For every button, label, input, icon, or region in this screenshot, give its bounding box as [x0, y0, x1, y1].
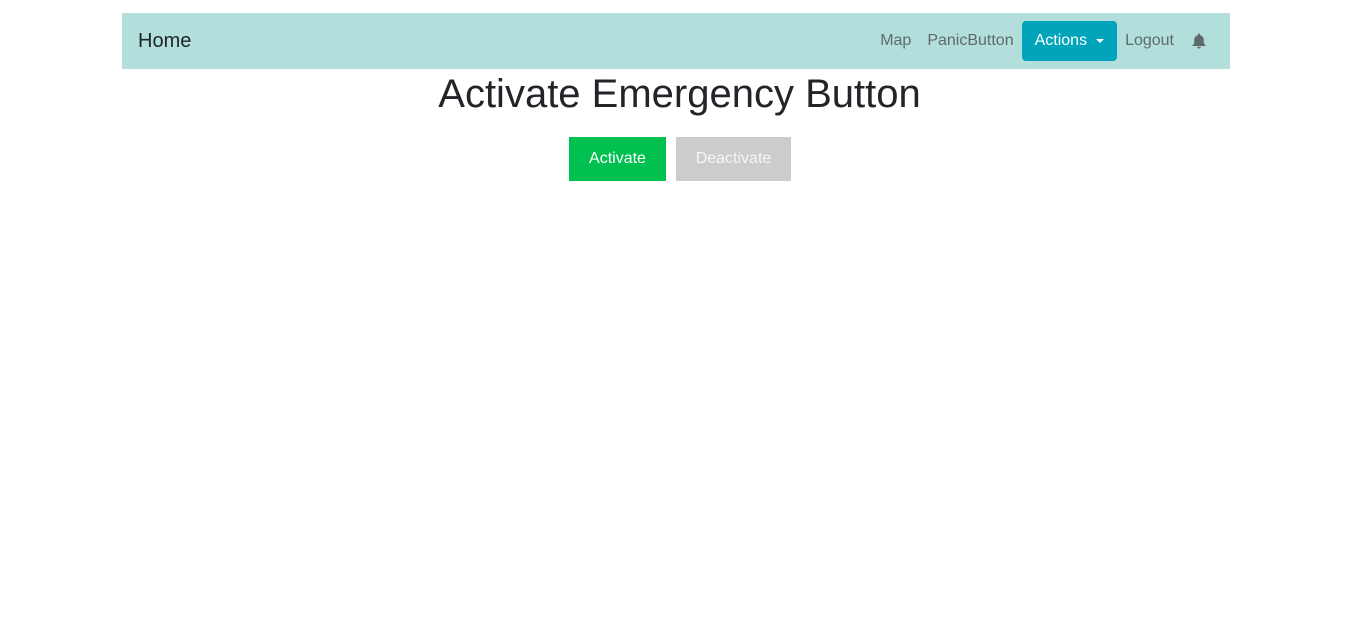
bell-icon[interactable]: [1184, 33, 1214, 49]
actions-dropdown-button[interactable]: Actions: [1021, 21, 1118, 61]
deactivate-button[interactable]: Deactivate: [676, 137, 791, 181]
activate-button[interactable]: Activate: [569, 137, 666, 181]
panic-button-link[interactable]: PanicButton: [919, 29, 1021, 53]
bell-icon-svg: [1192, 33, 1206, 49]
top-navbar: Home Map PanicButton Actions Logout: [122, 13, 1230, 69]
actions-dropdown-label: Actions: [1034, 32, 1088, 49]
page-title: Activate Emergency Button: [438, 72, 921, 116]
logout-link[interactable]: Logout: [1117, 29, 1182, 53]
caret-down-icon: [1096, 39, 1105, 43]
home-link[interactable]: Home: [138, 30, 191, 53]
nav-links: Map PanicButton Actions Logout: [872, 13, 1214, 69]
emergency-button-group: Activate Deactivate: [0, 137, 1359, 181]
map-link[interactable]: Map: [872, 29, 919, 53]
